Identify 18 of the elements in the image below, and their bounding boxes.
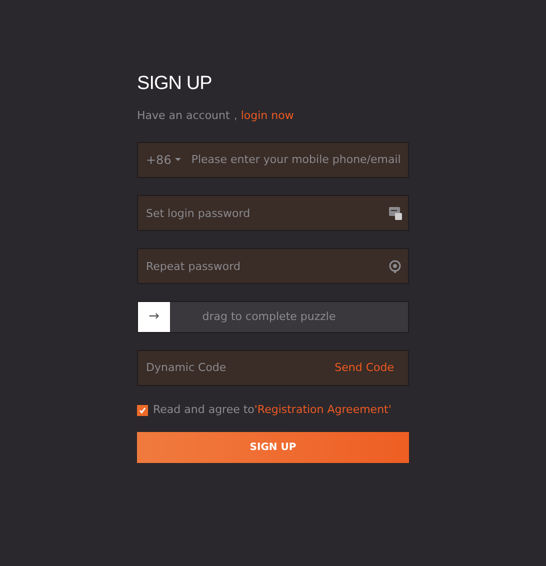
check-icon xyxy=(139,406,146,414)
agreement-link[interactable]: 'Registration Agreement' xyxy=(254,402,392,418)
password-field[interactable]: Set login password xyxy=(137,195,409,231)
agreement-text: Read and agree to xyxy=(153,402,254,418)
send-code-button[interactable]: Send Code xyxy=(334,360,394,376)
repeat-password-field[interactable]: Repeat password xyxy=(137,248,409,284)
slider-handle[interactable]: → xyxy=(138,302,170,332)
login-link[interactable]: login now xyxy=(240,108,294,124)
dynamic-code-field[interactable]: Dynamic Code Send Code xyxy=(137,350,409,386)
agreement-checkbox[interactable] xyxy=(137,404,148,416)
country-code-dropdown[interactable]: +86 xyxy=(146,151,182,169)
account-prompt: Have an account， xyxy=(137,108,241,124)
sign-up-button[interactable]: SIGN UP xyxy=(137,432,409,462)
puzzle-slider[interactable]: → drag to complete puzzle xyxy=(137,301,409,333)
caret-icon xyxy=(175,158,182,162)
phone-field[interactable]: +86 Please enter your mobile phone/email xyxy=(137,142,409,178)
puzzle-label: drag to complete puzzle xyxy=(201,308,337,325)
form-title: SIGN UP xyxy=(137,72,212,96)
